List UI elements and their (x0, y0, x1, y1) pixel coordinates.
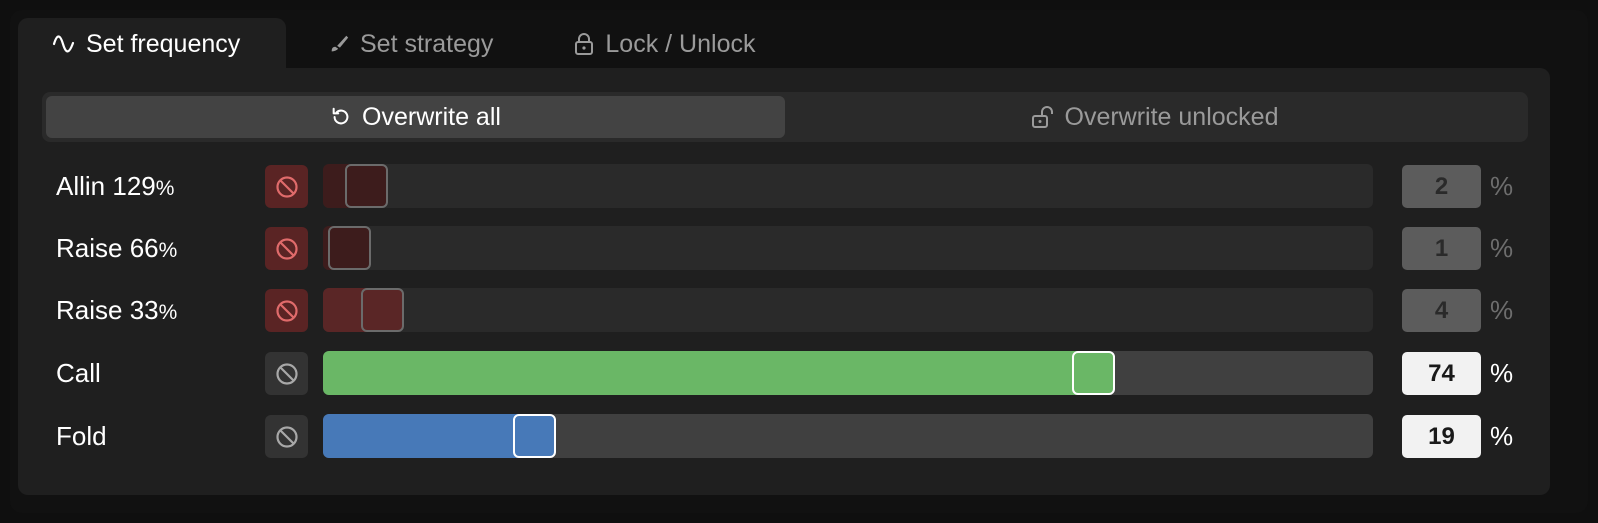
brush-icon (331, 35, 349, 52)
block-icon (275, 362, 298, 385)
action-name: Raise 33 (56, 295, 159, 325)
frequency-slider[interactable] (323, 414, 1373, 458)
action-suffix: % (155, 177, 175, 200)
block-icon (275, 237, 298, 260)
action-name: Fold (56, 421, 107, 451)
block-toggle-button[interactable] (265, 165, 308, 208)
action-row-raise-66: Raise 66% 1 % (18, 226, 1550, 270)
overwrite-all-label: Overwrite all (362, 102, 501, 131)
action-label: Call (56, 351, 101, 395)
unlock-icon (1031, 106, 1053, 128)
reset-icon (332, 107, 349, 125)
action-suffix: % (158, 301, 178, 324)
percent-unit: % (1490, 421, 1514, 451)
action-label: Raise 33% (56, 288, 177, 332)
overwrite-unlocked-button[interactable]: Overwrite unlocked (785, 96, 1524, 138)
slider-handle[interactable] (328, 226, 371, 270)
action-row-call: Call 74 % (18, 351, 1550, 395)
block-icon (275, 425, 298, 448)
frequency-input[interactable]: 74 (1402, 352, 1481, 395)
frequency-input[interactable]: 19 (1402, 415, 1481, 458)
frequency-slider[interactable] (323, 164, 1373, 208)
tab-bar: Set frequency Set strategy Lock / Unlock (18, 18, 789, 70)
percent-unit: % (1490, 171, 1514, 201)
tab-label: Set frequency (86, 29, 241, 58)
frequency-input[interactable]: 2 (1402, 165, 1481, 208)
percent-unit: % (1490, 233, 1514, 263)
block-toggle-button[interactable] (265, 289, 308, 332)
action-name: Allin 129 (56, 171, 156, 201)
slider-fill (323, 414, 536, 458)
percent-unit: % (1490, 358, 1514, 388)
block-toggle-button[interactable] (265, 352, 308, 395)
block-toggle-button[interactable] (265, 415, 308, 458)
slider-handle[interactable] (1072, 351, 1115, 395)
lock-icon (575, 33, 594, 55)
block-toggle-button[interactable] (265, 227, 308, 270)
block-icon (275, 299, 298, 322)
percent-unit: % (1490, 295, 1514, 325)
block-icon (275, 175, 298, 198)
frequency-input[interactable]: 1 (1402, 227, 1481, 270)
frequency-input[interactable]: 4 (1402, 289, 1481, 332)
slider-handle[interactable] (513, 414, 556, 458)
action-row-allin: Allin 129% 2 % (18, 164, 1550, 208)
tab-label: Set strategy (360, 29, 494, 58)
slider-handle[interactable] (361, 288, 404, 332)
action-row-raise-33: Raise 33% 4 % (18, 288, 1550, 332)
slider-fill (323, 351, 1098, 395)
tab-set-frequency[interactable]: Set frequency (18, 18, 286, 70)
action-suffix: % (158, 239, 178, 262)
overwrite-unlocked-label: Overwrite unlocked (1064, 102, 1279, 131)
overwrite-all-button[interactable]: Overwrite all (46, 96, 785, 138)
frequency-slider[interactable] (323, 288, 1373, 332)
tab-lock-unlock[interactable]: Lock / Unlock (533, 18, 789, 70)
frequency-slider[interactable] (323, 226, 1373, 270)
action-label: Fold (56, 414, 107, 458)
action-row-fold: Fold 19 % (18, 414, 1550, 458)
tab-label: Lock / Unlock (605, 29, 756, 58)
action-name: Raise 66 (56, 233, 159, 263)
frequency-slider[interactable] (323, 351, 1373, 395)
action-label: Raise 66% (56, 226, 177, 270)
overwrite-toggle: Overwrite all Overwrite unlocked (42, 92, 1528, 142)
wave-icon (52, 35, 75, 53)
slider-handle[interactable] (345, 164, 388, 208)
frequency-panel: Overwrite all Overwrite unlocked Allin 1… (18, 68, 1550, 495)
tab-set-strategy[interactable]: Set strategy (286, 18, 533, 70)
action-name: Call (56, 358, 101, 388)
action-label: Allin 129% (56, 164, 174, 208)
